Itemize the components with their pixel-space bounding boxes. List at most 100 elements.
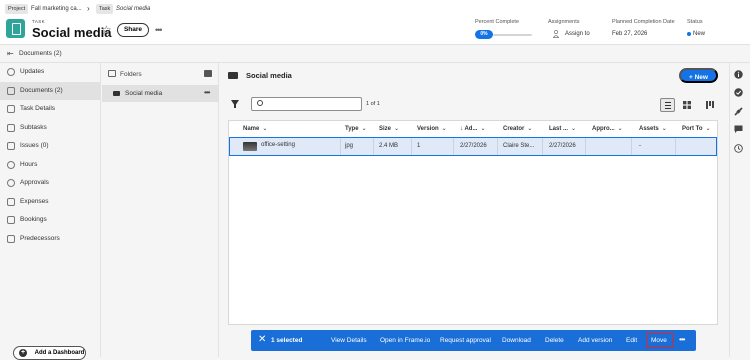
new-folder-icon[interactable] — [204, 70, 212, 77]
file-thumbnail — [243, 142, 257, 151]
column-header[interactable]: Type ⌄ — [345, 125, 367, 132]
percent-complete-slider[interactable] — [493, 34, 532, 36]
action-download-button[interactable]: Download — [502, 337, 531, 344]
filter-icon-stem — [234, 104, 236, 108]
nav-item[interactable]: Task Details — [0, 100, 101, 118]
nav-item[interactable]: Documents (2) — [0, 82, 101, 100]
chevron-down-icon: ⌄ — [441, 126, 447, 132]
cell-name[interactable]: office-setting — [261, 142, 295, 148]
share-button[interactable]: Share — [117, 23, 149, 37]
chevron-down-icon: ⌄ — [527, 126, 533, 132]
action-add-version-button[interactable]: Add version — [578, 337, 612, 344]
column-header-label: Size — [379, 126, 392, 132]
action-open-in-frame-io-button[interactable]: Open in Frame.io — [380, 337, 430, 344]
nav-item-label: Predecessors — [20, 235, 60, 242]
nav-item-label: Updates — [20, 68, 45, 75]
column-divider — [411, 138, 412, 155]
column-divider — [585, 138, 586, 155]
cell-size: 2.4 MB — [379, 143, 399, 149]
folder-item-label: Social media — [125, 90, 163, 97]
column-header[interactable]: Version ⌄ — [417, 125, 447, 132]
action-edit-button[interactable]: Edit — [626, 337, 637, 344]
status-dot-icon — [687, 32, 691, 36]
folders-panel-icon — [108, 70, 116, 77]
nav-item[interactable]: Subtasks — [0, 119, 101, 137]
assign-to-button[interactable]: Assign to — [565, 31, 590, 37]
nav-item-label: Hours — [20, 161, 38, 168]
issues-icon — [7, 142, 15, 150]
column-header[interactable]: Assets ⌄ — [639, 125, 667, 132]
status-value[interactable]: New — [693, 31, 705, 37]
grid-view-icon[interactable] — [683, 101, 691, 109]
nav-item[interactable]: Bookings — [0, 211, 101, 229]
nav-item-label: Task Details — [20, 105, 56, 112]
nav-item-label: Issues (0) — [20, 142, 49, 149]
column-header[interactable]: Name ⌄ — [243, 125, 267, 132]
chevron-down-icon: ⌄ — [705, 126, 711, 132]
nav-item[interactable]: Updates — [0, 63, 101, 81]
action-delete-button[interactable]: Delete — [545, 337, 564, 344]
cell-version: 1 — [417, 143, 421, 149]
column-header[interactable]: Port To ⌄ — [682, 125, 711, 132]
column-header[interactable]: Appro... ⌄ — [592, 125, 623, 132]
search-input[interactable] — [251, 97, 362, 111]
percent-complete-label: Percent Complete — [475, 19, 520, 25]
board-view-icon[interactable] — [706, 101, 714, 109]
cell-added: 2/27/2026 — [460, 143, 487, 149]
user-icon — [553, 30, 559, 38]
folder-icon — [113, 91, 120, 96]
history-icon[interactable] — [734, 144, 743, 153]
add-dashboard-label: Add a Dashboard — [34, 350, 85, 356]
column-header-label: Version — [417, 126, 439, 132]
column-divider — [631, 138, 632, 155]
percent-complete-value[interactable]: 0% — [475, 30, 493, 39]
breadcrumb-project-link[interactable]: Fall marketing ca... — [31, 4, 82, 14]
column-header[interactable]: Size ⌄ — [379, 125, 399, 132]
folder-more-icon[interactable]: ••• — [204, 88, 210, 97]
add-dashboard-button[interactable]: + Add a Dashboard — [13, 346, 86, 360]
list-view-button[interactable] — [660, 98, 675, 112]
nav-item-label: Bookings — [20, 216, 47, 223]
nav-item[interactable]: Expenses — [0, 193, 101, 211]
column-divider — [373, 138, 374, 155]
column-header[interactable]: ↓ Ad... ⌄ — [460, 125, 485, 132]
info-icon[interactable] — [734, 70, 743, 79]
details-icon — [7, 105, 15, 113]
cell-creator: Claire Ste... — [503, 143, 535, 149]
column-divider — [497, 138, 498, 155]
new-button[interactable]: + New — [679, 68, 718, 83]
comments-icon[interactable] — [734, 125, 743, 134]
action-request-approval-button[interactable]: Request approval — [440, 337, 491, 344]
link-icon[interactable] — [734, 107, 743, 116]
bookings-icon — [7, 216, 15, 224]
nav-item[interactable]: Hours — [0, 156, 101, 174]
column-header[interactable]: Last ... ⌄ — [549, 125, 576, 132]
chat-icon — [7, 68, 15, 76]
column-divider — [675, 138, 676, 155]
nav-item-label: Expenses — [20, 198, 49, 205]
breadcrumb-separator-icon: › — [87, 4, 90, 13]
collapse-nav-icon[interactable]: ⇤ — [7, 49, 14, 58]
column-header[interactable]: Creator ⌄ — [503, 125, 532, 132]
column-divider — [453, 138, 454, 155]
column-header-label: Name — [243, 126, 260, 132]
chevron-down-icon: ⌄ — [617, 126, 623, 132]
approval-check-icon[interactable] — [734, 88, 743, 97]
nav-item[interactable]: Issues (0) — [0, 137, 101, 155]
new-button-label: New — [694, 74, 708, 81]
planned-completion-date[interactable]: Feb 27, 2026 — [612, 31, 647, 37]
nav-item[interactable]: Predecessors — [0, 230, 101, 248]
nav-item[interactable]: Approvals — [0, 174, 101, 192]
nav-item-label: Approvals — [20, 179, 49, 186]
action-view-details-button[interactable]: View Details — [331, 337, 367, 344]
more-options-icon[interactable]: ••• — [155, 25, 163, 35]
nav-item-label: Documents (2) — [20, 87, 63, 94]
favorite-star-icon[interactable]: ☆ — [101, 23, 112, 37]
pagination-text: 1 of 1 — [366, 101, 380, 107]
folders-header: Folders — [120, 71, 142, 78]
folder-icon — [228, 72, 238, 79]
more-actions-icon[interactable]: ••• — [679, 335, 685, 344]
assignments-label: Assignments — [548, 19, 580, 25]
chevron-down-icon: ⌄ — [394, 126, 400, 132]
close-selection-icon[interactable]: ✕ — [258, 335, 266, 345]
